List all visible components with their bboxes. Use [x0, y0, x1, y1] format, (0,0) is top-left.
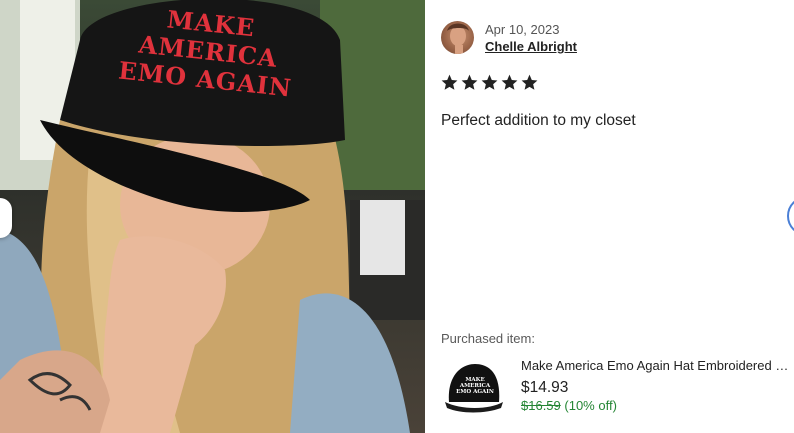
review-photo[interactable]: MAKE AMERICA EMO AGAIN: [0, 0, 425, 433]
thumbnail-text-line-1: MAKE AMERICA: [459, 377, 491, 389]
next-review-button[interactable]: [787, 196, 794, 236]
discount-percent: (10% off): [564, 398, 617, 413]
avatar-image: [447, 23, 469, 54]
discount-row: $16.59 (10% off): [521, 398, 617, 413]
reviewer-name-link[interactable]: Chelle Albright: [485, 39, 577, 54]
star-icon: [501, 74, 518, 90]
review-text: Perfect addition to my closet: [441, 112, 636, 129]
product-thumbnail[interactable]: MAKE AMERICA EMO AGAIN: [441, 354, 507, 420]
thumbnail-text-line-2: EMO AGAIN: [456, 389, 494, 395]
review-date: Apr 10, 2023: [485, 22, 560, 37]
purchased-item-label: Purchased item:: [441, 331, 535, 346]
product-price: $14.93: [521, 379, 569, 396]
original-price: $16.59: [521, 398, 561, 413]
star-icon: [481, 74, 498, 90]
review-panel: Apr 10, 2023 Chelle Albright Perfect add…: [425, 0, 794, 433]
star-icon: [461, 74, 478, 90]
product-title-link[interactable]: Make America Emo Again Hat Embroidered B…: [521, 358, 791, 373]
thumbnail-hat-text: MAKE AMERICA EMO AGAIN: [453, 377, 497, 395]
star-rating: [440, 73, 539, 92]
star-icon: [441, 74, 458, 90]
previous-image-button[interactable]: [0, 198, 12, 238]
star-icon: [521, 74, 538, 90]
avatar[interactable]: [441, 21, 474, 54]
